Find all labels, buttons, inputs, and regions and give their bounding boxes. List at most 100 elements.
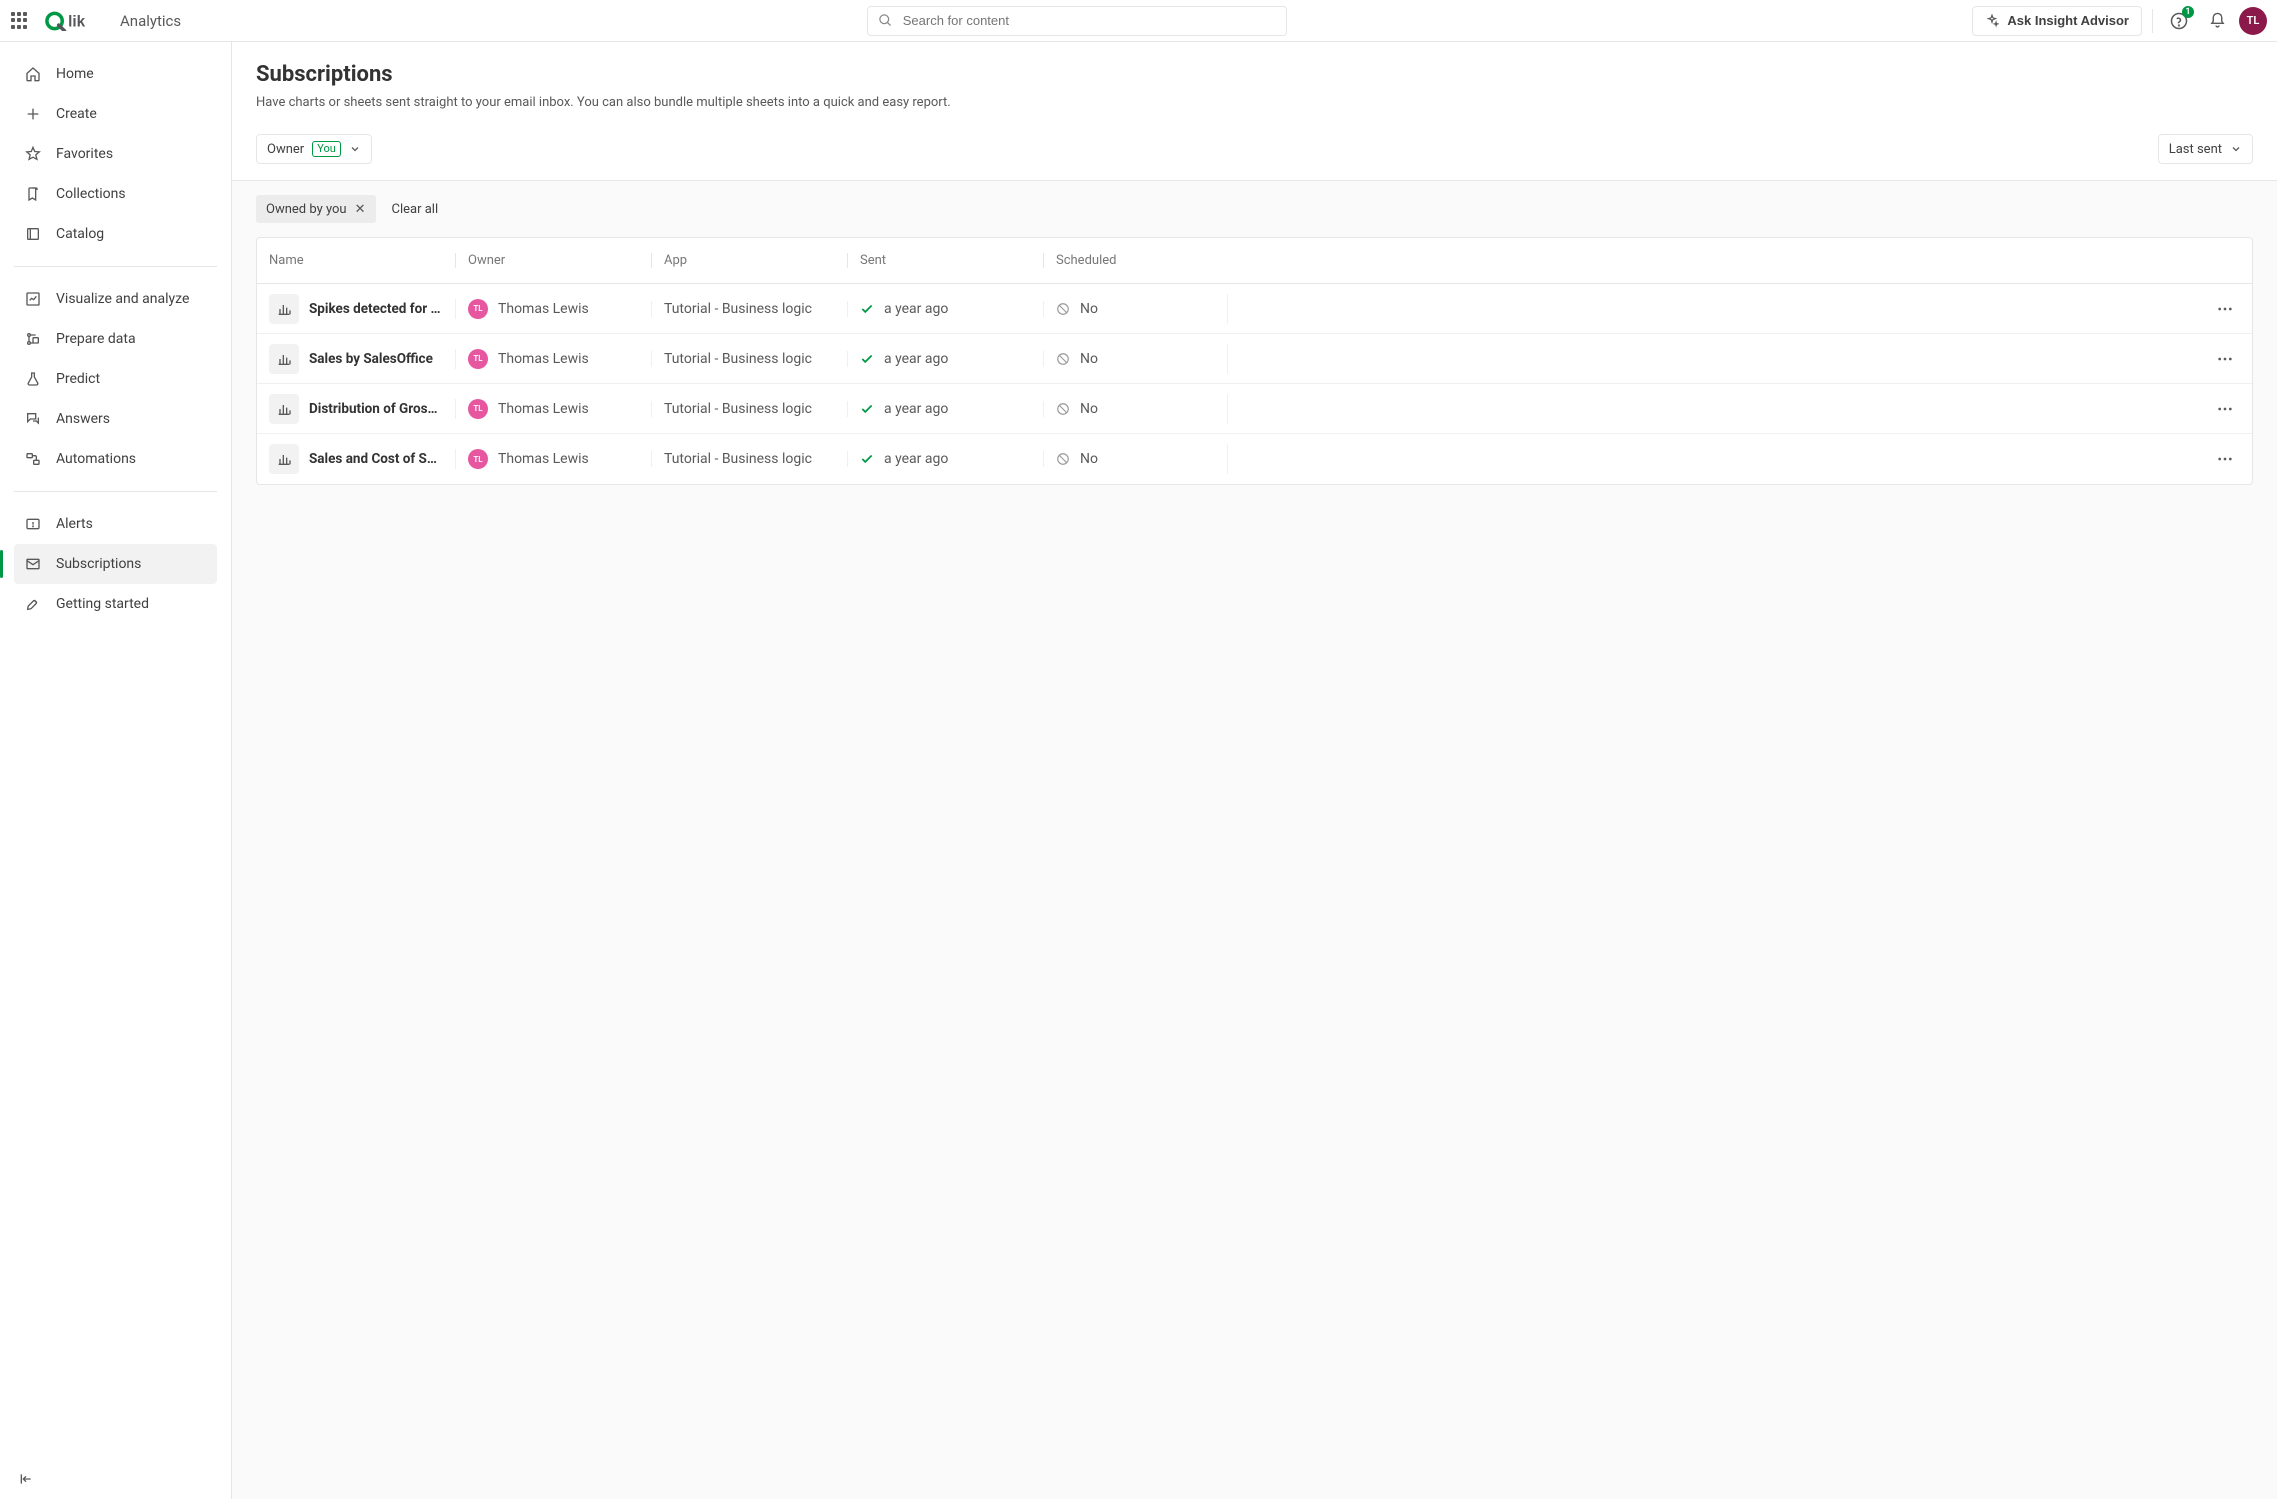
cell-name: Spikes detected for Cos… <box>257 294 455 324</box>
filter-label: Owner <box>267 142 304 157</box>
ask-insight-advisor-button[interactable]: Ask Insight Advisor <box>1972 6 2142 36</box>
sidebar-item-predict[interactable]: Predict <box>14 359 217 399</box>
close-icon[interactable]: ✕ <box>355 202 366 217</box>
cell-app: Tutorial - Business logic <box>651 451 847 467</box>
bell-icon <box>2209 12 2226 29</box>
help-badge: 1 <box>2182 6 2194 18</box>
body: Home Create Favorites Collections Catalo… <box>0 42 2277 1499</box>
more-actions-button[interactable] <box>2210 344 2240 374</box>
sidebar-item-label: Home <box>56 66 94 82</box>
rocket-icon <box>24 595 42 613</box>
qlik-logo-icon: lik <box>44 11 104 31</box>
table-row[interactable]: Distribution of Gross Pr…TLThomas LewisT… <box>257 384 2252 434</box>
search-icon <box>878 13 893 28</box>
sort-label: Last sent <box>2169 142 2222 157</box>
col-owner[interactable]: Owner <box>455 253 651 268</box>
owner-name: Thomas Lewis <box>498 301 589 317</box>
cell-app: Tutorial - Business logic <box>651 401 847 417</box>
cell-sent: a year ago <box>847 301 1043 317</box>
filter-value-chip: You <box>312 141 341 157</box>
sidebar-item-automations[interactable]: Automations <box>14 439 217 479</box>
cell-name: Sales by SalesOffice <box>257 344 455 374</box>
sidebar-item-collections[interactable]: Collections <box>14 174 217 214</box>
chip-label: Owned by you <box>266 202 347 217</box>
more-actions-button[interactable] <box>2210 394 2240 424</box>
sidebar-item-answers[interactable]: Answers <box>14 399 217 439</box>
table-header: Name Owner App Sent Scheduled <box>257 238 2252 284</box>
content-area: Owned by you ✕ Clear all Name Owner App … <box>232 180 2277 1499</box>
ask-label: Ask Insight Advisor <box>2007 13 2129 28</box>
check-icon <box>860 402 874 416</box>
flask-icon <box>24 370 42 388</box>
sidebar-item-favorites[interactable]: Favorites <box>14 134 217 174</box>
col-app[interactable]: App <box>651 253 847 268</box>
search-wrap <box>195 6 1958 36</box>
page-head: Subscriptions Have charts or sheets sent… <box>232 42 2277 126</box>
sidebar-item-create[interactable]: Create <box>14 94 217 134</box>
cell-sent: a year ago <box>847 451 1043 467</box>
chart-icon <box>269 294 299 324</box>
sidebar-item-prepare[interactable]: Prepare data <box>14 319 217 359</box>
cell-scheduled: No <box>1043 301 1227 317</box>
nav-separator <box>14 266 217 267</box>
sidebar-item-visualize[interactable]: Visualize and analyze <box>14 279 217 319</box>
search-box[interactable] <box>867 6 1287 36</box>
col-scheduled[interactable]: Scheduled <box>1043 253 1227 268</box>
sidebar-item-home[interactable]: Home <box>14 54 217 94</box>
search-input[interactable] <box>901 12 1276 29</box>
cell-name: Distribution of Gross Pr… <box>257 394 455 424</box>
item-name: Distribution of Gross Pr… <box>309 401 443 417</box>
sidebar-item-catalog[interactable]: Catalog <box>14 214 217 254</box>
sidebar-item-label: Favorites <box>56 146 113 162</box>
chart-icon <box>24 290 42 308</box>
sidebar-item-label: Catalog <box>56 226 104 242</box>
col-name[interactable]: Name <box>257 253 455 268</box>
cell-actions <box>1227 294 2252 324</box>
cell-scheduled: No <box>1043 351 1227 367</box>
table-row[interactable]: Sales and Cost of Sale …TLThomas LewisTu… <box>257 434 2252 484</box>
table-row[interactable]: Sales by SalesOfficeTLThomas LewisTutori… <box>257 334 2252 384</box>
more-actions-button[interactable] <box>2210 294 2240 324</box>
top-header: lik Analytics Ask Insight Advisor 1 TL <box>0 0 2277 42</box>
nav-group-1: Home Create Favorites Collections Catalo… <box>0 50 231 258</box>
owner-filter-button[interactable]: Owner You <box>256 134 372 164</box>
home-icon <box>24 65 42 83</box>
cell-owner: TLThomas Lewis <box>455 449 651 469</box>
collapse-sidebar-button[interactable] <box>0 1459 231 1499</box>
mail-icon <box>24 555 42 573</box>
alert-icon <box>24 515 42 533</box>
profile-avatar[interactable]: TL <box>2239 7 2267 35</box>
sort-button[interactable]: Last sent <box>2158 134 2253 164</box>
chevron-down-icon <box>349 143 361 155</box>
app-launcher-icon[interactable] <box>10 11 30 31</box>
catalog-icon <box>24 225 42 243</box>
owner-name: Thomas Lewis <box>498 401 589 417</box>
col-sent[interactable]: Sent <box>847 253 1043 268</box>
check-icon <box>860 302 874 316</box>
sidebar-item-label: Visualize and analyze <box>56 291 189 307</box>
more-actions-button[interactable] <box>2210 444 2240 474</box>
notifications-button[interactable] <box>2201 5 2233 37</box>
sent-value: a year ago <box>884 401 948 417</box>
table-row[interactable]: Spikes detected for Cos…TLThomas LewisTu… <box>257 284 2252 334</box>
help-button[interactable]: 1 <box>2163 5 2195 37</box>
item-name: Spikes detected for Cos… <box>309 301 443 317</box>
sidebar-item-subscriptions[interactable]: Subscriptions <box>14 544 217 584</box>
subscriptions-table: Name Owner App Sent Scheduled Spikes det… <box>256 237 2253 485</box>
nav-group-2: Visualize and analyze Prepare data Predi… <box>0 275 231 483</box>
sidebar-item-label: Getting started <box>56 596 149 612</box>
prepare-icon <box>24 330 42 348</box>
filter-chips-row: Owned by you ✕ Clear all <box>256 195 2253 223</box>
sidebar-item-alerts[interactable]: Alerts <box>14 504 217 544</box>
filter-chip-owned-by-you[interactable]: Owned by you ✕ <box>256 195 376 223</box>
cell-sent: a year ago <box>847 401 1043 417</box>
sidebar-item-getting-started[interactable]: Getting started <box>14 584 217 624</box>
scheduled-value: No <box>1080 301 1098 317</box>
clear-all-button[interactable]: Clear all <box>392 202 439 217</box>
bookmark-icon <box>24 185 42 203</box>
sidebar-item-label: Prepare data <box>56 331 136 347</box>
not-scheduled-icon <box>1056 402 1070 416</box>
table-body: Spikes detected for Cos…TLThomas LewisTu… <box>257 284 2252 484</box>
sent-value: a year ago <box>884 351 948 367</box>
page-title: Subscriptions <box>256 62 2253 87</box>
